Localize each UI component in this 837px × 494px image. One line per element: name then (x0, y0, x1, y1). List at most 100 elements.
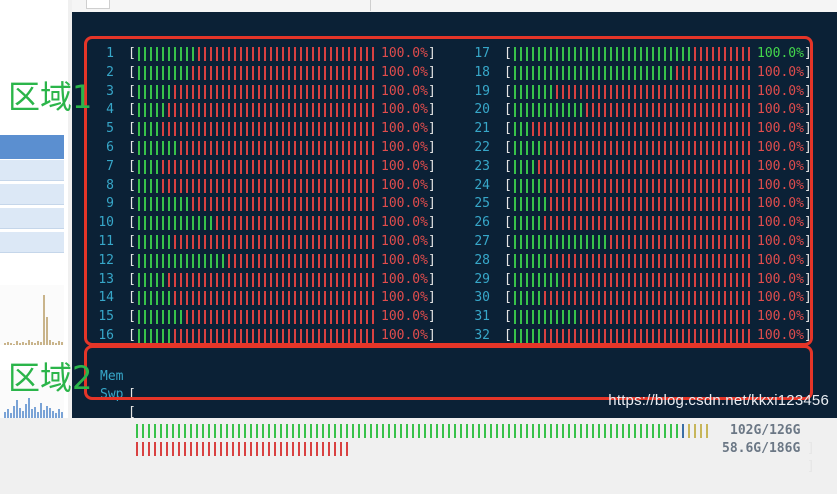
region1-label: 区域1 (8, 78, 93, 116)
swp-bar-tick (208, 442, 210, 456)
mem-bar-tick (226, 424, 228, 438)
swp-bar-tick (340, 442, 342, 456)
mem-bar-tick (214, 424, 216, 438)
mini-bar (4, 412, 6, 418)
mem-bar-tick (196, 424, 198, 438)
mini-bar (55, 343, 57, 345)
mini-bar (16, 341, 18, 345)
mem-bar-tick (508, 424, 510, 438)
mini-bar (4, 343, 6, 345)
mini-bar (46, 406, 48, 418)
mini-bar (55, 413, 57, 418)
mem-bar-tick (688, 424, 690, 438)
swp-bar-tick (268, 442, 270, 456)
mem-bar-tick (136, 424, 138, 438)
mem-bar-tick (346, 424, 348, 438)
swp-bar-tick (280, 442, 282, 456)
mem-bar-tick (502, 424, 504, 438)
swp-bar-tick (226, 442, 228, 456)
mem-bar-tick (388, 424, 390, 438)
mem-bar-tick (436, 424, 438, 438)
mem-bar-tick (238, 424, 240, 438)
mem-bar-tick (394, 424, 396, 438)
mem-bar-tick (622, 424, 624, 438)
mem-bar-tick (406, 424, 408, 438)
sidebar-selected-row[interactable] (0, 135, 64, 159)
swp-bar-tick (298, 442, 300, 456)
swp-bar-tick (304, 442, 306, 456)
mem-bar-tick (274, 424, 276, 438)
mini-bar (61, 412, 63, 418)
mini-bar (10, 343, 12, 345)
mini-bar (7, 409, 9, 418)
mini-bar (49, 408, 51, 418)
mem-bar-tick (514, 424, 516, 438)
swp-bar-tick (154, 442, 156, 456)
mem-bar-tick (364, 424, 366, 438)
mini-bar (40, 342, 42, 345)
mem-bar-tick (298, 424, 300, 438)
mem-bar-tick (706, 424, 708, 438)
mini-bar (13, 406, 15, 418)
swp-bar-tick (142, 442, 144, 456)
mem-bar-tick (400, 424, 402, 438)
swp-close-bracket: ] (807, 459, 815, 474)
mini-bar (25, 343, 27, 345)
mem-bar-tick (286, 424, 288, 438)
mini-bar (28, 398, 30, 418)
sidebar-row[interactable] (0, 160, 64, 181)
swp-bar-tick (214, 442, 216, 456)
mem-bar-tick (262, 424, 264, 438)
swp-bar-tick (196, 442, 198, 456)
mem-bar-tick (538, 424, 540, 438)
mini-bar (28, 340, 30, 345)
mem-bar-tick (478, 424, 480, 438)
mem-bar-tick (376, 424, 378, 438)
mem-bar-tick (316, 424, 318, 438)
mem-bar-tick (190, 424, 192, 438)
swp-bar-tick (292, 442, 294, 456)
tab-divider (370, 0, 371, 11)
mem-bar-tick (454, 424, 456, 438)
mini-bar (19, 408, 21, 418)
mem-bar-tick (268, 424, 270, 438)
tab-active[interactable] (86, 0, 110, 9)
swp-bar-tick (316, 442, 318, 456)
swp-bar-tick (286, 442, 288, 456)
swp-bar-tick (334, 442, 336, 456)
sidebar-row[interactable] (0, 208, 64, 229)
mem-bar-tick (148, 424, 150, 438)
mem-bar-tick (604, 424, 606, 438)
swp-bar-tick (328, 442, 330, 456)
mem-bar-tick (640, 424, 642, 438)
mini-bar (16, 400, 18, 418)
mini-bar (7, 342, 9, 345)
mem-bar-tick (310, 424, 312, 438)
mini-bar (37, 341, 39, 345)
mem-bar-tick (634, 424, 636, 438)
mem-bar-tick (646, 424, 648, 438)
mem-bar-tick (418, 424, 420, 438)
mem-bar-tick (592, 424, 594, 438)
mem-bar-tick (154, 424, 156, 438)
mem-bar-tick (676, 424, 678, 438)
mem-bar-tick (424, 424, 426, 438)
swp-bar-tick (232, 442, 234, 456)
mem-bar-tick (256, 424, 258, 438)
swp-bar-tick (160, 442, 162, 456)
mem-bar-tick (322, 424, 324, 438)
sidebar-row[interactable] (0, 232, 64, 253)
mem-bar-tick (460, 424, 462, 438)
mem-bar-tick (682, 424, 684, 438)
mini-bar (22, 342, 24, 345)
sidebar-row[interactable] (0, 184, 64, 205)
mem-bar-tick (700, 424, 702, 438)
mini-bar (40, 403, 42, 418)
mem-bar-tick (160, 424, 162, 438)
mini-bar (25, 404, 27, 418)
mem-bar-tick (490, 424, 492, 438)
mem-bar-tick (598, 424, 600, 438)
swp-bar-tick (256, 442, 258, 456)
mem-bar (136, 422, 756, 440)
mini-chart-bars (4, 275, 64, 345)
